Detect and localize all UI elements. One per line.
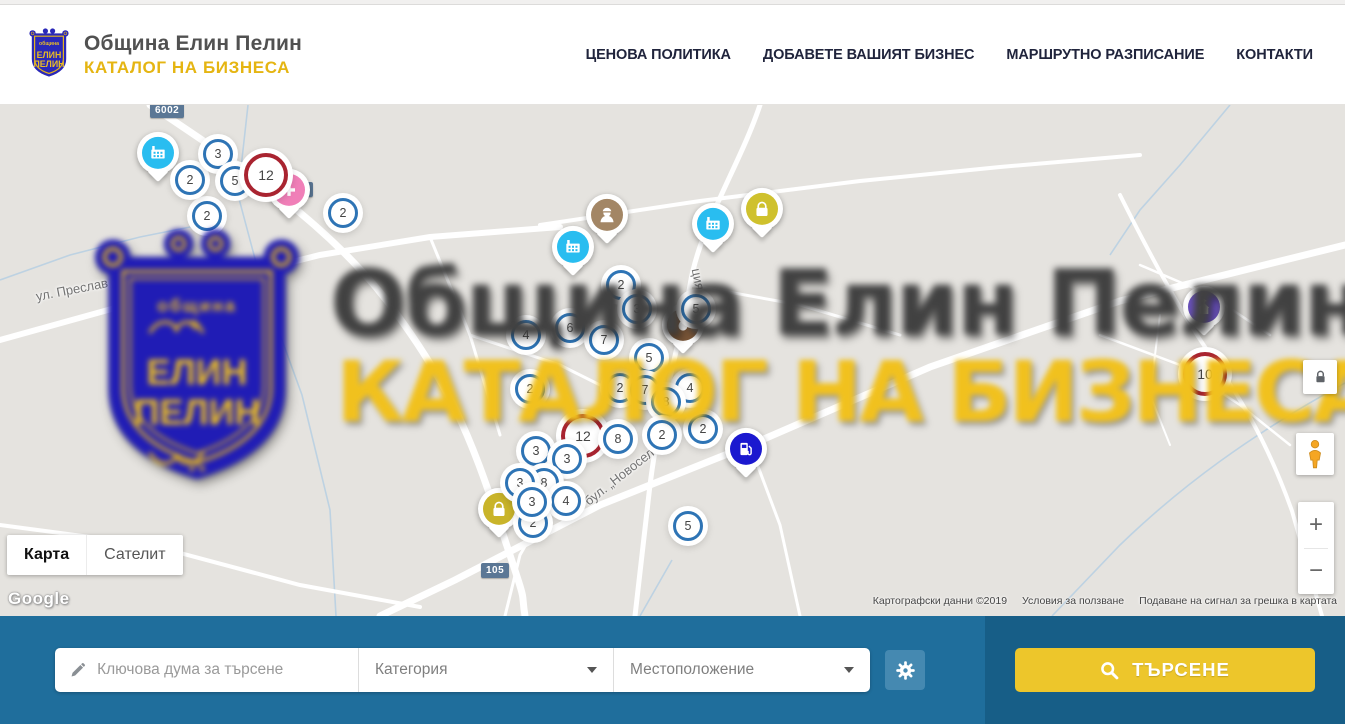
map-cluster[interactable]: 3 [517,487,547,517]
search-icon [1100,661,1119,680]
map-pin-fuel[interactable] [725,428,767,470]
location-select[interactable]: Местоположение [614,648,870,692]
map-pin-factory[interactable] [692,203,734,245]
map-cluster[interactable]: 4 [511,320,541,350]
map-cluster[interactable]: 4 [551,486,581,516]
fuel-icon [730,433,762,465]
map-cluster[interactable]: 3 [622,294,652,324]
google-logo[interactable]: Google [8,589,70,609]
road-number-badge: 6002 [150,105,184,118]
map-cluster[interactable]: 2 [192,201,222,231]
nav-item-schedule[interactable]: МАРШРУТНО РАЗПИСАНИЕ [1006,47,1204,63]
site-logo[interactable]: община ЕЛИН ПЕЛИН Община Елин Пелин КАТА… [26,25,302,85]
site-title: Община Елин Пелин [84,32,302,56]
map-pin-factory[interactable] [137,132,179,174]
pegman-control[interactable] [1296,433,1334,475]
zoom-out-button[interactable]: − [1298,549,1334,594]
road-number-badge: 105 [481,563,509,578]
main-nav: ЦЕНОВА ПОЛИТИКА ДОБАВЕТЕ ВАШИЯТ БИЗНЕС М… [586,47,1319,63]
map-type-map-button[interactable]: Карта [7,535,86,575]
chevron-down-icon [844,667,854,673]
keyword-field-wrap [55,648,358,692]
category-select[interactable]: Категория [359,648,613,692]
map-cluster[interactable]: 2 [647,420,677,450]
map-cluster[interactable]: 8 [603,424,633,454]
worker-icon [591,199,623,231]
municipality-crest-logo: община ЕЛИН ПЕЛИН [26,25,72,85]
map-cluster[interactable]: 12 [244,153,288,197]
factory-icon [697,208,729,240]
map-cluster[interactable]: 10 [1183,352,1227,396]
svg-text:община: община [39,40,59,47]
map-cluster[interactable]: 2 [688,414,718,444]
map-cluster[interactable]: 7 [589,325,619,355]
zoom-in-button[interactable]: + [1298,503,1334,548]
attribution-terms-link[interactable]: Условия за ползване [1022,595,1124,607]
map-cluster[interactable]: 3 [521,436,551,466]
map-cluster[interactable]: 2 [328,198,358,228]
church-icon [1188,291,1220,323]
nav-item-add-business[interactable]: ДОБАВЕТЕ ВАШИЯТ БИЗНЕС [763,47,975,63]
map-type-control: Карта Сателит [7,535,183,575]
site-header: община ЕЛИН ПЕЛИН Община Елин Пелин КАТА… [0,5,1345,105]
map-cluster[interactable]: 3 [552,444,582,474]
map-canvas[interactable]: 60021105 ул. Преславциябул. „Новоселци“ … [0,105,1345,616]
map-cluster[interactable]: 2 [175,165,205,195]
factory-icon [142,137,174,169]
map-cluster[interactable]: 3 [203,139,233,169]
street-view-lock-button[interactable] [1303,360,1337,394]
site-subtitle: КАТАЛОГ НА БИЗНЕСА [84,58,302,78]
pencil-icon [69,661,86,680]
svg-text:ПЕЛИН: ПЕЛИН [33,59,64,69]
map-pin-shopping-bag[interactable] [741,188,783,230]
keyword-search-input[interactable] [97,661,344,679]
location-select-value: Местоположение [630,661,754,679]
lock-icon [1314,369,1327,385]
map-cluster[interactable]: 5 [681,294,711,324]
map-cluster[interactable]: 6 [555,313,585,343]
map-type-satellite-button[interactable]: Сателит [86,535,182,575]
map-cluster[interactable]: 5 [673,511,703,541]
chevron-down-icon [587,667,597,673]
shopping-bag-icon [746,193,778,225]
map-cluster[interactable]: 2 [515,374,545,404]
search-box: Категория Местоположение [55,648,870,692]
map-zoom-control: + − [1298,502,1334,594]
category-select-value: Категория [375,661,447,679]
search-button[interactable]: ТЪРСЕНЕ [1015,648,1315,692]
search-bar: Категория Местоположение [0,616,1345,724]
map-cluster[interactable]: 5 [634,343,664,373]
search-button-label: ТЪРСЕНЕ [1132,659,1230,681]
svg-text:ЕЛИН: ЕЛИН [37,50,62,60]
shopping-bag-icon [483,493,515,525]
attribution-copyright: Картографски данни ©2019 [873,595,1007,607]
map-pin-factory[interactable] [552,226,594,268]
pegman-icon [1304,439,1326,469]
map-pin-church[interactable] [1183,286,1225,328]
map-attribution: Картографски данни ©2019 Условия за полз… [873,595,1337,607]
gear-icon [895,660,916,681]
factory-icon [557,231,589,263]
advanced-settings-button[interactable] [885,650,925,690]
nav-item-contacts[interactable]: КОНТАКТИ [1236,47,1313,63]
map-pin-worker[interactable] [586,194,628,236]
nav-item-pricing[interactable]: ЦЕНОВА ПОЛИТИКА [586,47,731,63]
attribution-report-error-link[interactable]: Подаване на сигнал за грешка в картата [1139,595,1337,607]
search-button-panel: ТЪРСЕНЕ [985,616,1345,724]
map-cluster[interactable]: 8 [651,387,681,417]
